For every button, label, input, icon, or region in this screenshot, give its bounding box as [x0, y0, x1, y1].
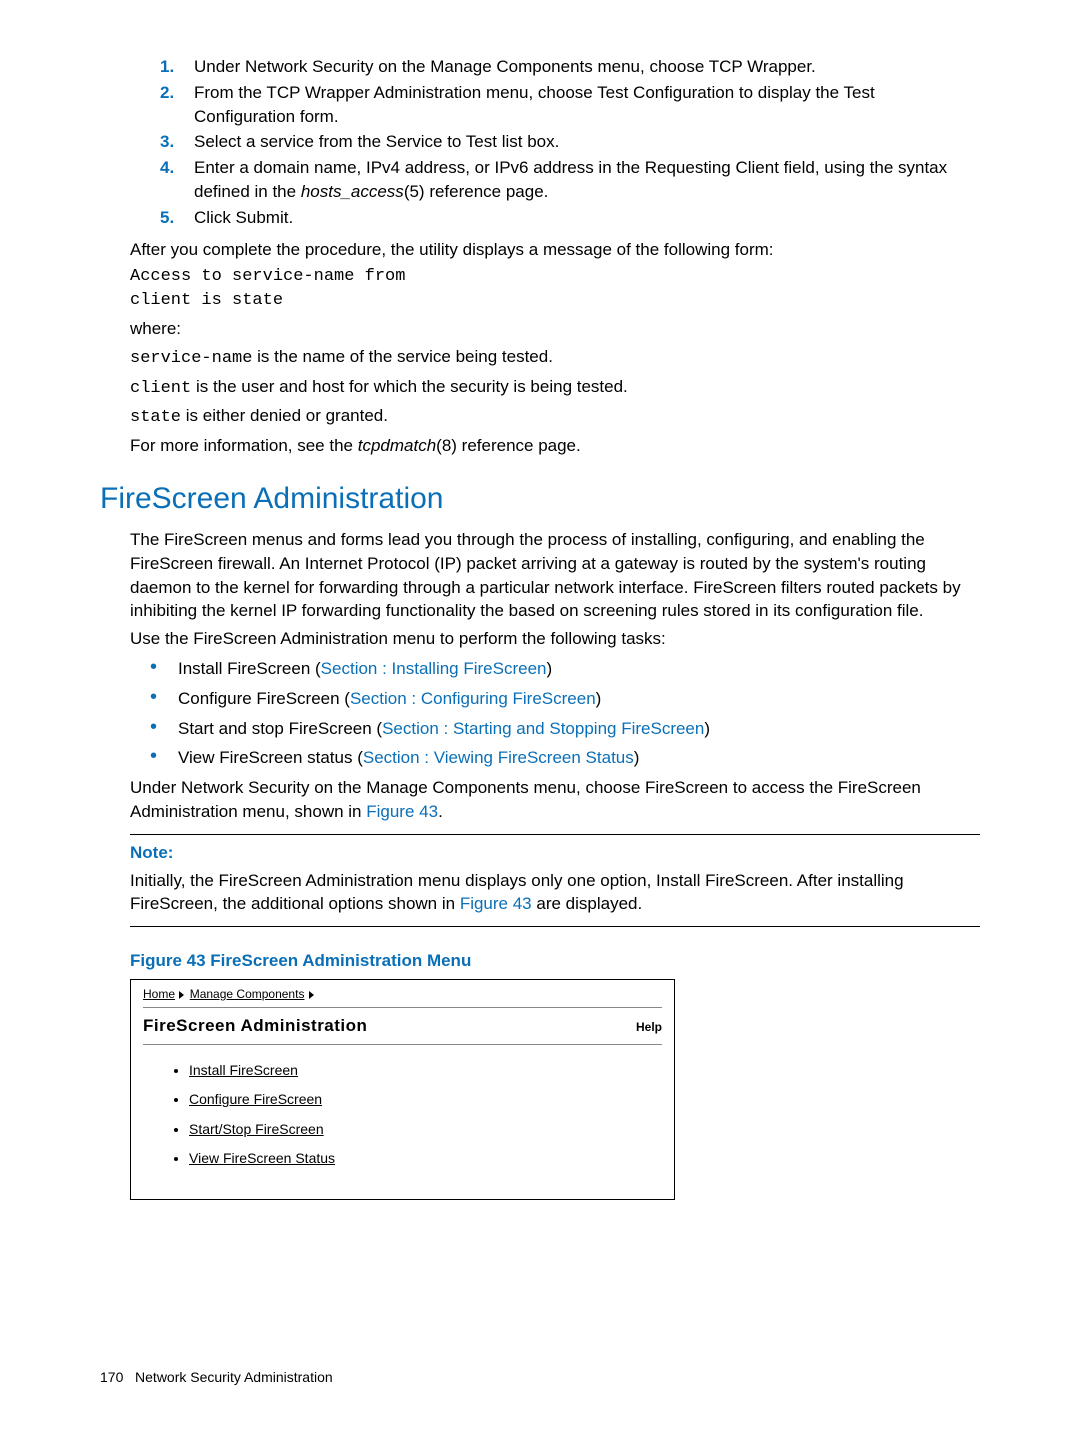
chevron-right-icon — [179, 991, 184, 999]
step-text: Under Network Security on the Manage Com… — [194, 55, 980, 79]
under-ns: Under Network Security on the Manage Com… — [130, 776, 980, 824]
note-label: Note: — [130, 841, 980, 865]
code-output: Access to service-name from client is st… — [130, 265, 980, 313]
menu-item-viewstatus[interactable]: View FireScreen Status — [189, 1149, 662, 1169]
step-text: Select a service from the Service to Tes… — [194, 130, 980, 154]
xref-link[interactable]: Section : Configuring FireScreen — [350, 689, 596, 708]
procedure-steps: 1.Under Network Security on the Manage C… — [100, 55, 980, 230]
bullet-item: Configure FireScreen (Section : Configur… — [178, 687, 601, 711]
breadcrumb-manage-components[interactable]: Manage Components — [190, 987, 305, 1001]
breadcrumb-home[interactable]: Home — [143, 987, 175, 1001]
bullet-item: View FireScreen status (Section : Viewin… — [178, 746, 639, 770]
menu-item-configure[interactable]: Configure FireScreen — [189, 1090, 662, 1110]
xref-link[interactable]: Figure 43 — [366, 802, 438, 821]
xref-link[interactable]: Section : Starting and Stopping FireScre… — [382, 719, 704, 738]
help-link[interactable]: Help — [636, 1019, 662, 1036]
chevron-right-icon — [309, 991, 314, 999]
menu-item-startstop[interactable]: Start/Stop FireScreen — [189, 1120, 662, 1140]
bullet-item: Install FireScreen (Section : Installing… — [178, 657, 552, 681]
where-line: state is either denied or granted. — [130, 404, 980, 430]
page-footer: 170 Network Security Administration — [100, 1368, 333, 1388]
divider — [130, 834, 980, 835]
xref-link[interactable]: Section : Viewing FireScreen Status — [363, 748, 634, 767]
figure-caption: Figure 43 FireScreen Administration Menu — [130, 949, 980, 973]
where-line: client is the user and host for which th… — [130, 375, 980, 401]
xref-link[interactable]: Section : Installing FireScreen — [321, 659, 547, 678]
task-bullets: •Install FireScreen (Section : Installin… — [150, 657, 980, 770]
firescreen-menu: Install FireScreen Configure FireScreen … — [189, 1061, 662, 1169]
more-info: For more information, see the tcpdmatch(… — [130, 434, 980, 458]
xref-link[interactable]: Figure 43 — [460, 894, 532, 913]
fs-tasks-intro: Use the FireScreen Administration menu t… — [130, 627, 980, 651]
note-body: Initially, the FireScreen Administration… — [130, 869, 980, 917]
step-text: Click Submit. — [194, 206, 980, 230]
figure-43: Home Manage Components FireScreen Admini… — [130, 979, 675, 1200]
where-line: service-name is the name of the service … — [130, 345, 980, 371]
menu-item-install[interactable]: Install FireScreen — [189, 1061, 662, 1081]
where-label: where: — [130, 317, 980, 341]
fs-intro: The FireScreen menus and forms lead you … — [130, 528, 980, 623]
step-text: From the TCP Wrapper Administration menu… — [194, 81, 980, 129]
breadcrumb: Home Manage Components — [143, 986, 662, 1003]
step-text: Enter a domain name, IPv4 address, or IP… — [194, 156, 980, 204]
figure-title: FireScreen Administration — [143, 1014, 367, 1038]
after-procedure: After you complete the procedure, the ut… — [130, 238, 980, 262]
bullet-item: Start and stop FireScreen (Section : Sta… — [178, 717, 710, 741]
section-heading: FireScreen Administration — [100, 478, 980, 520]
divider — [130, 926, 980, 927]
